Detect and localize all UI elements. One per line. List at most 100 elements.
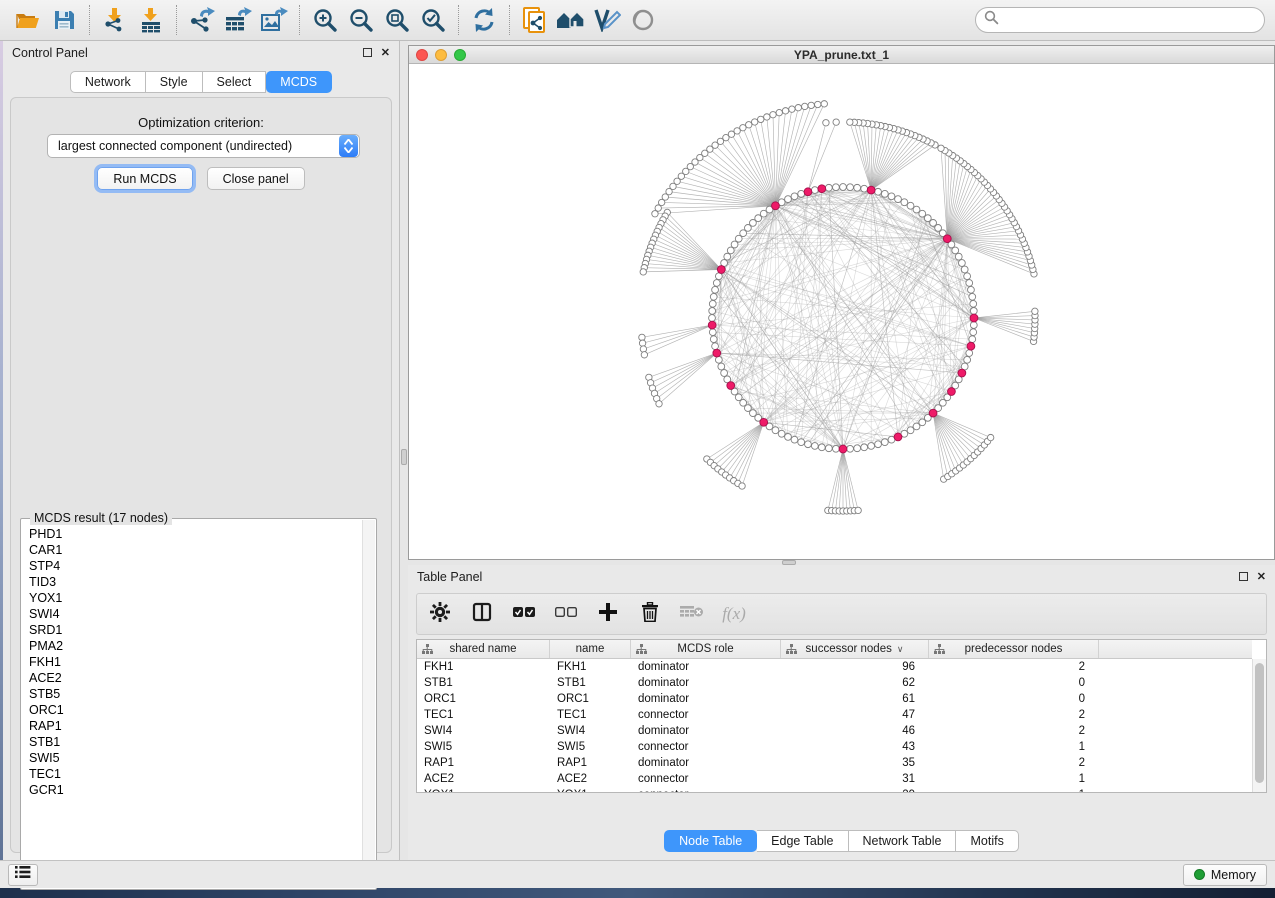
close-panel-icon[interactable]: ✕ (1257, 572, 1266, 583)
float-panel-icon[interactable] (363, 48, 372, 57)
mcds-node-item[interactable]: TEC1 (29, 766, 362, 782)
mcds-node-item[interactable]: SWI4 (29, 606, 362, 622)
table-row[interactable]: STB1STB1dominator620 (417, 675, 1252, 691)
manage-networks-button[interactable] (553, 3, 589, 37)
table-tab-motifs[interactable]: Motifs (956, 830, 1018, 852)
export-network-icon (188, 7, 216, 33)
tab-network[interactable]: Network (70, 71, 146, 93)
toolbar-separator (299, 5, 300, 35)
mcds-node-item[interactable]: PHD1 (29, 526, 362, 542)
mcds-node-item[interactable]: GCR1 (29, 782, 362, 798)
zoom-selected-icon (420, 7, 446, 33)
delete-column-button[interactable] (637, 601, 663, 627)
mcds-node-item[interactable]: FKH1 (29, 654, 362, 670)
save-session-button[interactable] (46, 3, 82, 37)
zoom-in-button[interactable] (307, 3, 343, 37)
mcds-result-list[interactable]: PHD1CAR1STP4TID3YOX1SWI4SRD1PMA2FKH1ACE2… (22, 520, 362, 888)
mcds-list-scrollbar[interactable] (362, 520, 375, 888)
column-header-MCDS-role[interactable]: MCDS role (631, 640, 781, 658)
mcds-node-item[interactable]: STB1 (29, 734, 362, 750)
toolbar-separator (89, 5, 90, 35)
table-tab-edge-table[interactable]: Edge Table (757, 830, 848, 852)
mcds-node-item[interactable]: STP4 (29, 558, 362, 574)
window-minimize-icon[interactable] (435, 49, 447, 61)
zoom-fit-button[interactable] (379, 3, 415, 37)
window-close-icon[interactable] (416, 49, 428, 61)
table-tab-network-table[interactable]: Network Table (849, 830, 957, 852)
mcds-node-item[interactable]: RAP1 (29, 718, 362, 734)
show-columns-button[interactable] (469, 601, 495, 627)
mcds-node-item[interactable]: PMA2 (29, 638, 362, 654)
export-image-button[interactable] (256, 3, 292, 37)
open-file-button[interactable] (10, 3, 46, 37)
mcds-node-item[interactable]: YOX1 (29, 590, 362, 606)
clone-network-button[interactable] (517, 3, 553, 37)
table-row[interactable]: ORC1ORC1dominator610 (417, 691, 1252, 707)
column-header-name[interactable]: name (550, 640, 631, 658)
tab-mcds[interactable]: MCDS (266, 71, 332, 93)
table-row[interactable]: SWI5SWI5connector431 (417, 739, 1252, 755)
column-header-predecessor-nodes[interactable]: predecessor nodes (929, 640, 1099, 658)
search-field[interactable] (975, 7, 1265, 33)
tab-style[interactable]: Style (146, 71, 203, 93)
memory-button[interactable]: Memory (1183, 864, 1267, 886)
column-header-shared-name[interactable]: shared name (417, 640, 550, 658)
table-settings-button[interactable] (427, 601, 453, 627)
table-row[interactable]: FKH1FKH1dominator962 (417, 659, 1252, 675)
window-maximize-icon[interactable] (454, 49, 466, 61)
cell-MCDS-role: dominator (631, 725, 781, 737)
cytoscape-window: Control Panel ✕ NetworkStyleSelectMCDS O… (0, 0, 1275, 888)
unselect-all-columns-button[interactable] (553, 601, 579, 627)
search-input[interactable] (999, 13, 1256, 27)
select-all-columns-button[interactable] (511, 601, 537, 627)
vertical-splitter[interactable] (400, 41, 408, 860)
mcds-node-item[interactable]: CAR1 (29, 542, 362, 558)
refresh-button[interactable] (466, 3, 502, 37)
create-column-button[interactable] (595, 601, 621, 627)
column-header-successor-nodes[interactable]: successor nodes∨ (781, 640, 929, 658)
cell-predecessor-nodes: 1 (929, 741, 1099, 753)
table-tabs: Node TableEdge TableNetwork TableMotifs (664, 830, 1019, 852)
close-panel-icon[interactable]: ✕ (381, 48, 390, 59)
network-canvas[interactable] (409, 65, 1274, 559)
table-row[interactable]: TEC1TEC1connector472 (417, 707, 1252, 723)
style-vizmapper-button[interactable] (589, 3, 625, 37)
export-table-button[interactable] (220, 3, 256, 37)
scrollbar-thumb[interactable] (1255, 663, 1264, 783)
splitter-handle[interactable] (401, 449, 407, 465)
cell-MCDS-role: connector (631, 789, 781, 792)
mcds-node-item[interactable]: ACE2 (29, 670, 362, 686)
table-scrollbar[interactable] (1252, 659, 1266, 792)
mcds-result-box: MCDS result (17 nodes) PHD1CAR1STP4TID3Y… (20, 518, 377, 890)
table-tab-node-table[interactable]: Node Table (664, 830, 757, 852)
cell-predecessor-nodes: 2 (929, 661, 1099, 673)
cell-MCDS-role: dominator (631, 677, 781, 689)
import-network-button[interactable] (97, 3, 133, 37)
run-mcds-button[interactable]: Run MCDS (97, 167, 192, 190)
export-network-button[interactable] (184, 3, 220, 37)
table-panel: Table Panel ✕ f(x) shared namenameMCDS r… (408, 565, 1275, 860)
network-window-titlebar[interactable]: YPA_prune.txt_1 (409, 46, 1274, 64)
optimization-criterion-select[interactable]: largest connected component (undirected) (47, 134, 360, 158)
cell-MCDS-role: dominator (631, 661, 781, 673)
mcds-node-item[interactable]: SRD1 (29, 622, 362, 638)
table-row[interactable]: SWI4SWI4dominator462 (417, 723, 1252, 739)
plus-icon (599, 603, 617, 626)
table-row[interactable]: YOX1YOX1connector291 (417, 787, 1252, 792)
zoom-selected-button[interactable] (415, 3, 451, 37)
mcds-node-item[interactable]: STB5 (29, 686, 362, 702)
toolbar-separator (458, 5, 459, 35)
mcds-node-item[interactable]: ORC1 (29, 702, 362, 718)
float-panel-icon[interactable] (1239, 572, 1248, 581)
zoom-out-button[interactable] (343, 3, 379, 37)
tab-select[interactable]: Select (203, 71, 267, 93)
table-row[interactable]: RAP1RAP1dominator352 (417, 755, 1252, 771)
task-history-button[interactable] (8, 864, 38, 886)
import-table-button[interactable] (133, 3, 169, 37)
mcds-node-item[interactable]: SWI5 (29, 750, 362, 766)
column-type-icon (636, 644, 647, 658)
show-hide-button[interactable] (625, 3, 661, 37)
table-row[interactable]: ACE2ACE2connector311 (417, 771, 1252, 787)
mcds-node-item[interactable]: TID3 (29, 574, 362, 590)
close-panel-button[interactable]: Close panel (207, 167, 305, 190)
